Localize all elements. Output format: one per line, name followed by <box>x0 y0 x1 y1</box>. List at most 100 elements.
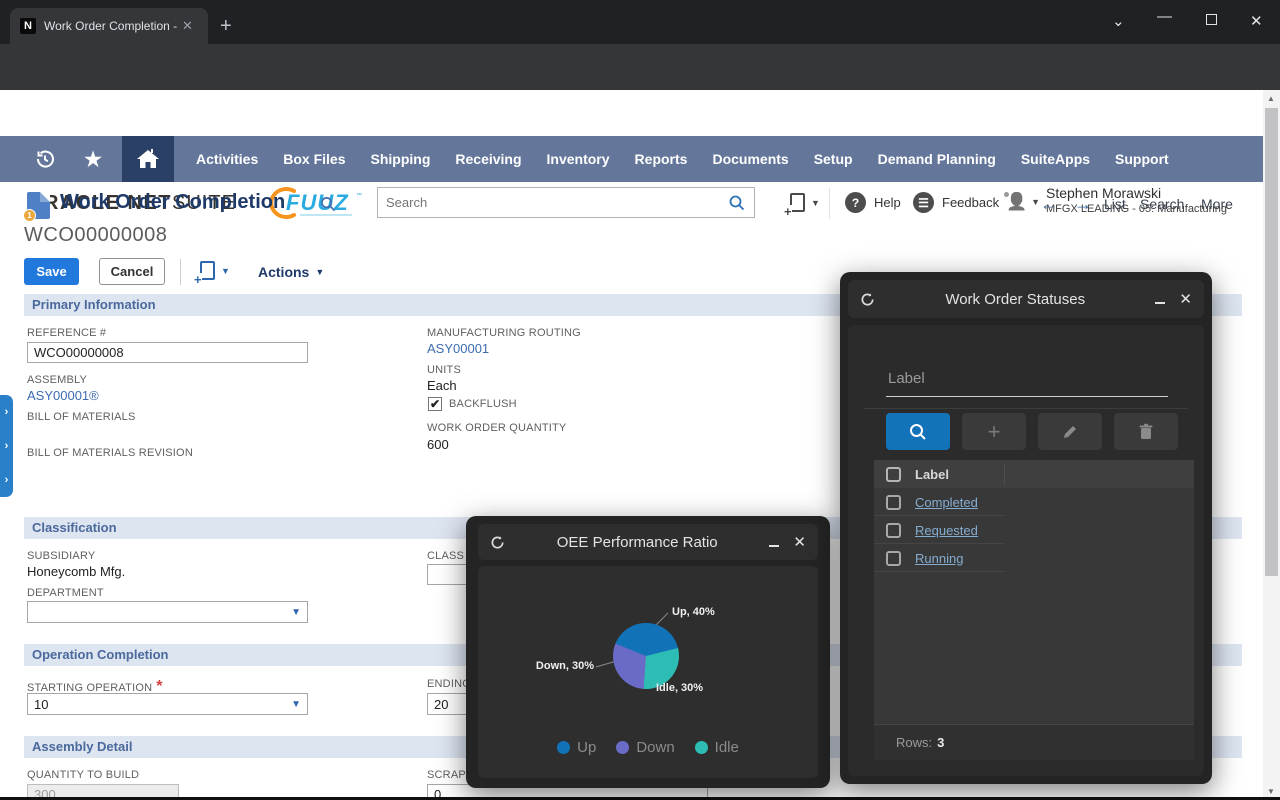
reference-input[interactable] <box>27 342 308 363</box>
close-icon[interactable]: ✕ <box>1179 290 1192 308</box>
backflush-field: ✔ BACKFLUSH <box>428 397 517 411</box>
scrollbar-up-icon[interactable]: ▲ <box>1267 94 1275 103</box>
new-tab-button[interactable]: + <box>220 16 232 36</box>
window-maximize-icon[interactable] <box>1206 14 1217 25</box>
table-row[interactable]: Requested <box>874 516 1194 544</box>
search-button[interactable] <box>886 413 950 450</box>
favorites-star-icon[interactable]: ★ <box>70 146 116 173</box>
nav-item-activities[interactable]: Activities <box>196 151 258 167</box>
oee-performance-widget: OEE Performance Ratio ✕ Up, 40% Down, 30… <box>466 516 830 788</box>
status-link[interactable]: Requested <box>915 523 978 538</box>
nav-item-box-files[interactable]: Box Files <box>283 151 345 167</box>
oee-pie[interactable] <box>613 623 679 689</box>
refresh-icon[interactable] <box>490 535 505 550</box>
edit-button[interactable] <box>1038 413 1102 450</box>
status-link[interactable]: Completed <box>915 495 978 510</box>
divider <box>864 408 1188 409</box>
search-icon[interactable] <box>728 194 746 212</box>
legend-item-idle[interactable]: Idle <box>695 739 739 756</box>
starting-operation-select[interactable]: 10▼ <box>27 693 308 715</box>
help-button[interactable]: ? Help <box>845 192 901 213</box>
table-footer: Rows: 3 <box>874 724 1194 760</box>
statuses-widget-header[interactable]: Work Order Statuses ✕ <box>848 280 1204 318</box>
add-button[interactable]: + <box>962 413 1026 450</box>
dropdown-caret-icon: ▼ <box>291 607 301 618</box>
label-filter-input[interactable]: Label <box>888 370 925 387</box>
actions-menu[interactable]: Actions ▼ <box>258 264 324 280</box>
minimize-icon[interactable] <box>1155 302 1165 304</box>
prev-record-icon[interactable]: ← <box>1040 194 1058 215</box>
create-new-button[interactable]: ▼ <box>790 193 820 212</box>
minimize-icon[interactable] <box>769 545 779 547</box>
search-link[interactable]: Search <box>1140 196 1184 212</box>
browser-tab[interactable]: N Work Order Completion - NetSui ✕ <box>10 8 208 44</box>
trash-icon <box>1138 423 1154 441</box>
legend-item-down[interactable]: Down <box>616 739 674 756</box>
window-close-icon[interactable]: ✕ <box>1250 12 1263 30</box>
routing-link[interactable]: ASY00001 <box>427 341 489 356</box>
global-search[interactable] <box>377 187 755 218</box>
screen: N Work Order Completion - NetSui ✕ + ⌄ —… <box>0 0 1280 800</box>
chevron-right-icon: › <box>5 474 9 486</box>
tab-search-chevron-icon[interactable]: ⌄ <box>1112 12 1125 30</box>
bom-revision-label: BILL OF MATERIALS REVISION <box>27 447 193 459</box>
nav-item-reports[interactable]: Reports <box>635 151 688 167</box>
feedback-button[interactable]: ☰ Feedback <box>913 192 999 213</box>
create-new-caret-icon: ▼ <box>811 198 820 208</box>
chevron-right-icon: › <box>5 406 9 418</box>
work-order-quantity-value: 600 <box>427 437 449 452</box>
next-record-icon[interactable]: → <box>1074 194 1092 215</box>
table-row[interactable]: Completed <box>874 488 1194 516</box>
tab-close-icon[interactable]: ✕ <box>182 18 193 34</box>
search-icon <box>908 422 928 442</box>
pencil-icon <box>1061 423 1079 441</box>
global-search-input[interactable] <box>378 195 728 210</box>
title-search-icon[interactable] <box>320 196 337 213</box>
select-all-checkbox[interactable] <box>886 467 901 482</box>
feedback-label: Feedback <box>942 195 999 210</box>
nav-item-shipping[interactable]: Shipping <box>371 151 431 167</box>
feedback-icon: ☰ <box>913 192 934 213</box>
nav-item-demand-planning[interactable]: Demand Planning <box>878 151 996 167</box>
department-select[interactable]: ▼ <box>27 601 308 623</box>
scrollbar-thumb[interactable] <box>1265 108 1278 576</box>
legend-item-up[interactable]: Up <box>557 739 596 756</box>
cancel-button[interactable]: Cancel <box>99 258 165 285</box>
row-checkbox[interactable] <box>886 551 901 566</box>
nav-item-inventory[interactable]: Inventory <box>547 151 610 167</box>
add-record-button[interactable]: ▼ <box>200 261 230 280</box>
scrollbar-down-icon[interactable]: ▼ <box>1267 787 1275 796</box>
nav-item-suiteapps[interactable]: SuiteApps <box>1021 151 1090 167</box>
record-id: WCO00000008 <box>24 224 167 247</box>
nav-item-receiving[interactable]: Receiving <box>455 151 521 167</box>
rows-count: 3 <box>937 735 944 750</box>
backflush-checkbox[interactable]: ✔ <box>428 397 442 411</box>
nav-item-setup[interactable]: Setup <box>814 151 853 167</box>
more-link[interactable]: More <box>1201 196 1233 212</box>
refresh-icon[interactable] <box>860 292 875 307</box>
role-switcher[interactable]: 👤 ▼ <box>1006 192 1040 212</box>
delete-button[interactable] <box>1114 413 1178 450</box>
pie-legend: Up Down Idle <box>478 739 818 756</box>
nav-home-tab[interactable] <box>122 136 174 182</box>
table-row[interactable]: Running <box>874 544 1194 572</box>
assembly-link[interactable]: ASY00001® <box>27 388 99 403</box>
department-label: DEPARTMENT <box>27 587 104 599</box>
row-checkbox[interactable] <box>886 495 901 510</box>
button-divider <box>180 259 181 285</box>
list-link[interactable]: List <box>1104 196 1126 212</box>
row-checkbox[interactable] <box>886 523 901 538</box>
page-title: Work Order Completion <box>60 191 285 214</box>
nav-item-documents[interactable]: Documents <box>712 151 788 167</box>
recent-records-icon[interactable] <box>22 147 68 171</box>
collapsed-side-panels[interactable]: › › › <box>0 395 13 497</box>
statuses-table: Label Completed Requested Running <box>874 460 1194 760</box>
save-button[interactable]: Save <box>24 258 79 285</box>
window-minimize-icon[interactable]: — <box>1157 8 1172 25</box>
record-type-icon: 1 <box>27 192 50 219</box>
oee-widget-header[interactable]: OEE Performance Ratio ✕ <box>478 524 818 560</box>
close-icon[interactable]: ✕ <box>793 533 806 551</box>
status-link[interactable]: Running <box>915 551 963 566</box>
nav-item-support[interactable]: Support <box>1115 151 1169 167</box>
role-caret-icon: ▼ <box>1031 197 1040 207</box>
